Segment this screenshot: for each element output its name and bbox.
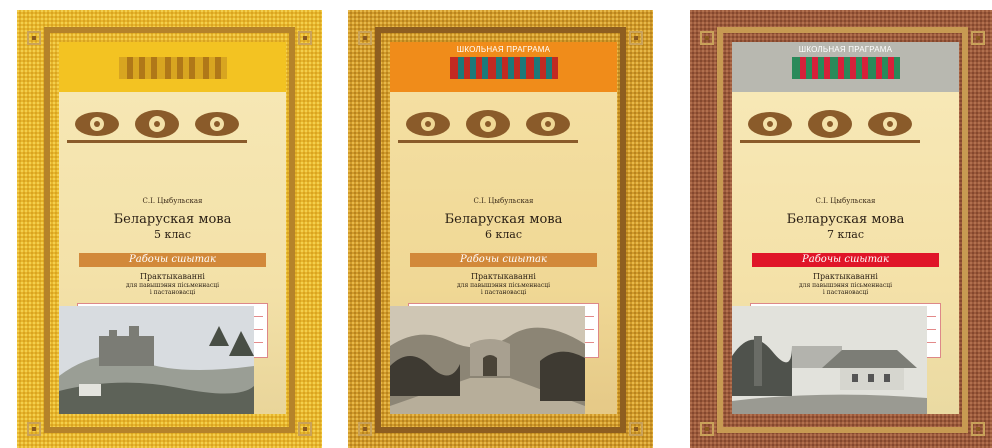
cover-grade-6[interactable]: ШКОЛЬНАЯ ПРАГРАМА С.І. Цыбульская Белару… xyxy=(348,10,653,448)
description: Практыкаванні для павышэння пісьменнасці… xyxy=(59,272,286,296)
corner-ornament xyxy=(358,31,372,45)
corner-ornament xyxy=(27,31,41,45)
book-title: Беларуская мова 6 клас xyxy=(390,212,617,242)
corner-ornament xyxy=(971,422,985,436)
cover-grade-7[interactable]: ШКОЛЬНАЯ ПРАГРАМА С.І. Цыбульская Белару… xyxy=(690,10,992,448)
purpose-line-2: і пастановасці xyxy=(822,289,869,296)
purpose-line-1: для павышэння пісьменнасці xyxy=(798,282,893,289)
author: С.І. Цыбульская xyxy=(815,197,876,205)
grade-label: 6 клас xyxy=(484,228,523,241)
corner-ornament xyxy=(971,31,985,45)
top-band xyxy=(59,42,286,92)
cover-page: С.І. Цыбульская Беларуская мова 5 клас Р… xyxy=(59,92,286,414)
description: Практыкаванні для павышэння пісьменнасці… xyxy=(732,272,959,296)
cover-inner: С.І. Цыбульская Беларуская мова 5 клас Р… xyxy=(59,42,286,414)
purpose-line-2: і пастановасці xyxy=(480,289,527,296)
purpose-line-1: для павышэння пісьменнасці xyxy=(456,282,551,289)
grade-label: 5 клас xyxy=(153,228,192,241)
subtitle: Практыкаванні xyxy=(813,272,878,281)
corner-ornament xyxy=(358,422,372,436)
top-band: ШКОЛЬНАЯ ПРАГРАМА xyxy=(732,42,959,92)
subtitle: Практыкаванні xyxy=(471,272,536,281)
cover-page: С.І. Цыбульская Беларуская мова 6 клас Р… xyxy=(390,92,617,414)
corner-ornament xyxy=(27,422,41,436)
book-title: Беларуская мова 7 клас xyxy=(732,212,959,242)
corner-ornament xyxy=(629,422,643,436)
school-program-logo xyxy=(449,57,558,79)
school-program-logo xyxy=(118,57,227,79)
author: С.І. Цыбульская xyxy=(142,197,203,205)
floral-ornament-icon xyxy=(740,110,920,143)
cover-inner: ШКОЛЬНАЯ ПРАГРАМА С.І. Цыбульская Белару… xyxy=(390,42,617,414)
notebook-label: Рабочы сшытак xyxy=(79,253,266,267)
grade-label: 7 клас xyxy=(826,228,865,241)
author: С.І. Цыбульская xyxy=(473,197,534,205)
purpose-line-2: і пастановасці xyxy=(149,289,196,296)
floral-ornament-icon xyxy=(67,110,247,143)
notebook-label: Рабочы сшытак xyxy=(410,253,597,267)
notebook-label: Рабочы сшытак xyxy=(752,253,939,267)
cover-inner: ШКОЛЬНАЯ ПРАГРАМА С.І. Цыбульская Белару… xyxy=(732,42,959,414)
logo-text: ШКОЛЬНАЯ ПРАГРАМА xyxy=(456,45,551,54)
title-text: Беларуская мова xyxy=(786,212,905,227)
logo-text: ШКОЛЬНАЯ ПРАГРАМА xyxy=(798,45,893,54)
corner-ornament xyxy=(298,422,312,436)
corner-ornament xyxy=(629,31,643,45)
top-band: ШКОЛЬНАЯ ПРАГРАМА xyxy=(390,42,617,92)
village-street-illustration xyxy=(390,306,585,414)
purpose-line-1: для павышэння пісьменнасці xyxy=(125,282,220,289)
manor-house-illustration xyxy=(732,306,927,414)
school-program-logo xyxy=(791,57,900,79)
corner-ornament xyxy=(700,31,714,45)
title-text: Беларуская мова xyxy=(444,212,563,227)
subtitle: Практыкаванні xyxy=(140,272,205,281)
description: Практыкаванні для павышэння пісьменнасці… xyxy=(390,272,617,296)
castle-ruins-illustration xyxy=(59,306,254,414)
floral-ornament-icon xyxy=(398,110,578,143)
cover-grade-5[interactable]: С.І. Цыбульская Беларуская мова 5 клас Р… xyxy=(17,10,322,448)
corner-ornament xyxy=(298,31,312,45)
corner-ornament xyxy=(700,422,714,436)
book-title: Беларуская мова 5 клас xyxy=(59,212,286,242)
title-text: Беларуская мова xyxy=(113,212,232,227)
cover-page: С.І. Цыбульская Беларуская мова 7 клас Р… xyxy=(732,92,959,414)
